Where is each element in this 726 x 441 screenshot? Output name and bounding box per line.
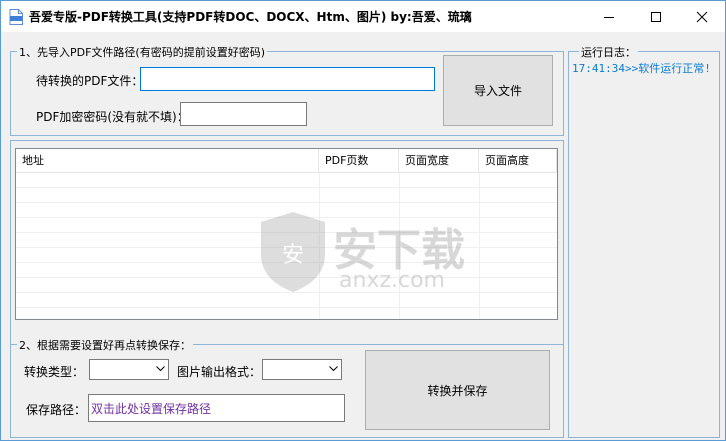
minimize-icon <box>604 17 614 18</box>
empty-row <box>16 293 557 308</box>
column-header-page-width[interactable]: 页面宽度 <box>399 149 479 173</box>
column-header-address[interactable]: 地址 <box>16 149 319 173</box>
column-header-page-count[interactable]: PDF页数 <box>319 149 399 173</box>
convert-type-label: 转换类型： <box>24 365 85 379</box>
file-table[interactable]: 地址 PDF页数 页面宽度 页面高度 <box>15 148 558 320</box>
log-group: 运行日志： 17:41:34>>软件运行正常! <box>568 44 720 438</box>
password-input[interactable] <box>180 102 307 126</box>
empty-row <box>16 173 557 188</box>
import-group: 1、先导入PDF文件路径(有密码的提前设置好密码) 待转换的PDF文件： PDF… <box>10 44 564 136</box>
pdf-file-input[interactable] <box>140 67 435 91</box>
app-window: 吾爱专版-PDF转换工具(支持PDF转DOC、DOCX、Htm、图片) by:吾… <box>0 0 726 441</box>
column-header-page-height[interactable]: 页面高度 <box>479 149 557 173</box>
empty-row <box>16 278 557 293</box>
empty-row <box>16 233 557 248</box>
chevron-down-icon <box>156 366 165 372</box>
save-path-label: 保存路径： <box>26 403 87 417</box>
convert-group-legend: 2、根据需要设置好再点转换保存： <box>17 337 193 353</box>
client-area: 1、先导入PDF文件路径(有密码的提前设置好密码) 待转换的PDF文件： PDF… <box>1 32 725 440</box>
log-group-legend: 运行日志： <box>579 44 638 60</box>
close-button[interactable] <box>679 1 725 32</box>
chevron-down-icon <box>329 366 338 372</box>
save-path-input[interactable]: 双击此处设置保存路径 <box>88 394 345 422</box>
file-list-group: 地址 PDF页数 页面宽度 页面高度 <box>10 140 564 345</box>
maximize-icon <box>651 12 661 22</box>
window-title: 吾爱专版-PDF转换工具(支持PDF转DOC、DOCX、Htm、图片) by:吾… <box>29 10 472 24</box>
image-format-label: 图片输出格式： <box>177 365 262 379</box>
maximize-button[interactable] <box>633 1 679 32</box>
empty-row <box>16 188 557 203</box>
import-group-legend: 1、先导入PDF文件路径(有密码的提前设置好密码) <box>17 44 268 60</box>
import-file-button[interactable]: 导入文件 <box>443 55 553 126</box>
pdf-file-label: 待转换的PDF文件： <box>36 74 144 88</box>
log-line: 17:41:34>>软件运行正常! <box>572 62 711 75</box>
empty-row <box>16 218 557 233</box>
empty-row <box>16 203 557 218</box>
minimize-button[interactable] <box>586 1 632 32</box>
password-label: PDF加密密码(没有就不填)： <box>36 110 189 124</box>
empty-row <box>16 263 557 278</box>
pdf-app-icon <box>9 9 23 25</box>
title-bar[interactable]: 吾爱专版-PDF转换工具(支持PDF转DOC、DOCX、Htm、图片) by:吾… <box>1 1 725 32</box>
image-format-select[interactable] <box>262 359 342 380</box>
convert-type-select[interactable] <box>89 359 169 380</box>
convert-group: 2、根据需要设置好再点转换保存： 转换类型： 图片输出格式： 保存路径： 双击此… <box>10 337 564 438</box>
empty-row <box>16 248 557 263</box>
convert-save-button[interactable]: 转换并保存 <box>365 350 550 430</box>
close-icon <box>696 11 708 23</box>
